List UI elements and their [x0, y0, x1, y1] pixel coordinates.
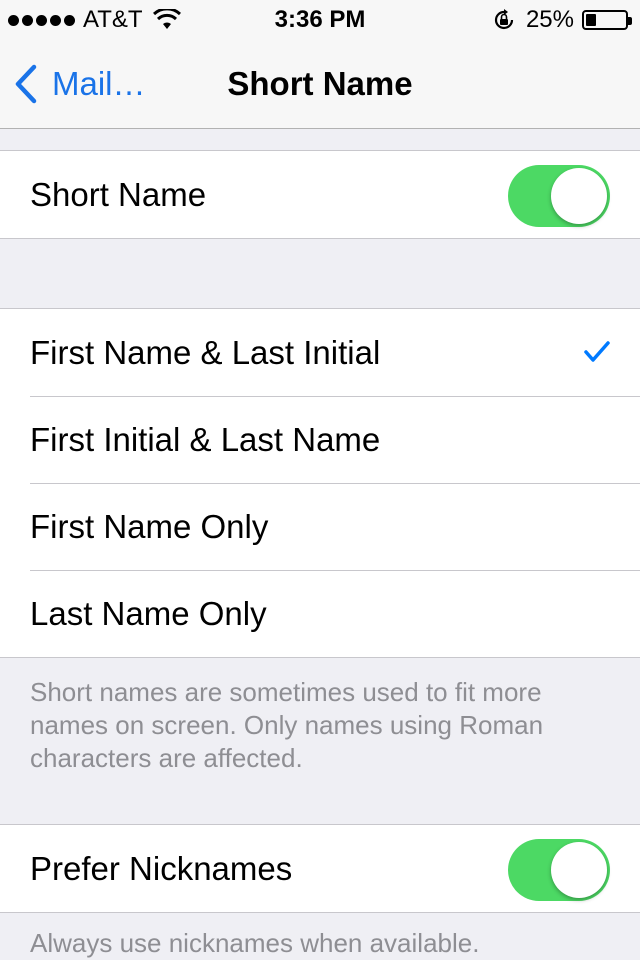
nicknames-group: Prefer Nicknames: [0, 824, 640, 913]
status-bar: AT&T 3:36 PM 25%: [0, 0, 640, 40]
option-label: Last Name Only: [30, 594, 267, 632]
option-label: First Initial & Last Name: [30, 420, 381, 458]
prefer-nicknames-row: Prefer Nicknames: [0, 825, 640, 912]
short-name-toggle[interactable]: [508, 165, 610, 227]
page-title: Short Name: [227, 65, 413, 102]
toggle-knob: [551, 842, 607, 898]
nicknames-footer: Always use nicknames when available.: [30, 928, 480, 958]
short-name-group: Short Name: [0, 150, 640, 239]
option-label: First Name & Last Initial: [30, 333, 381, 371]
navigation-bar: Mail… Short Name: [0, 40, 640, 129]
short-name-row: Short Name: [0, 151, 640, 238]
option-first-initial-last-name[interactable]: First Initial & Last Name: [0, 396, 640, 483]
prefer-nicknames-toggle[interactable]: [508, 839, 610, 901]
status-right: 25%: [492, 6, 632, 34]
short-names-footer: Short names are sometimes used to fit mo…: [30, 677, 544, 773]
option-first-name-last-initial[interactable]: First Name & Last Initial: [0, 309, 640, 396]
battery-icon: [582, 10, 632, 30]
option-last-name-only[interactable]: Last Name Only: [0, 570, 640, 657]
name-format-options-group: First Name & Last Initial First Initial …: [0, 308, 640, 658]
battery-percent: 25%: [525, 6, 574, 33]
toggle-knob: [551, 168, 607, 224]
option-label: First Name Only: [30, 507, 269, 545]
rotation-lock-icon: [494, 9, 514, 30]
checkmark-icon: [584, 341, 610, 362]
option-first-name-only[interactable]: First Name Only: [0, 483, 640, 570]
